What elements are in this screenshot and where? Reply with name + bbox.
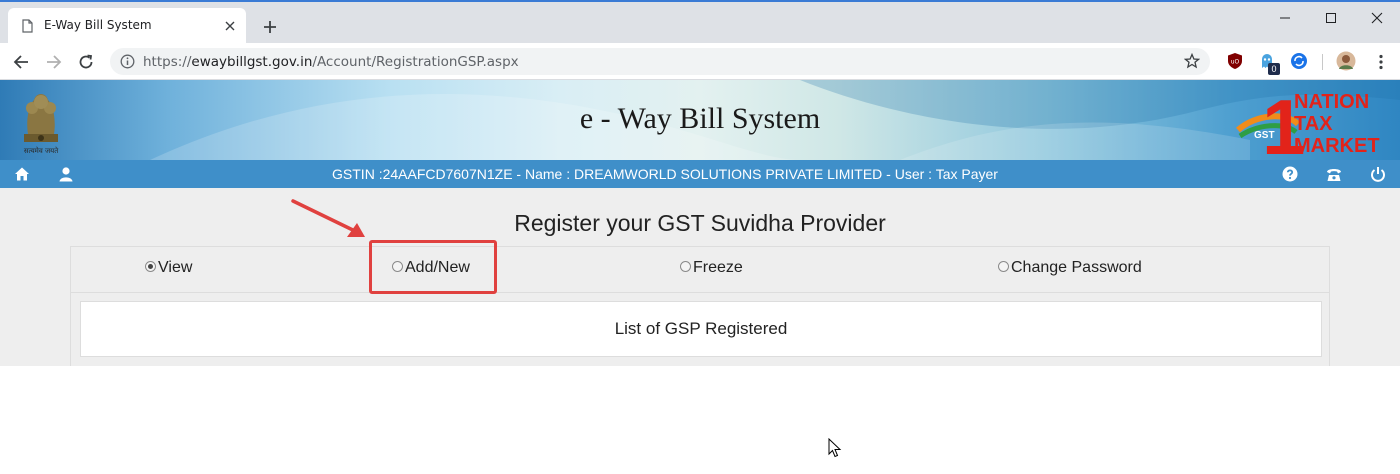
power-logout-icon[interactable] [1370, 166, 1386, 182]
page-heading: Register your GST Suvidha Provider [514, 210, 886, 236]
radio-button[interactable] [145, 260, 156, 272]
close-tab-icon[interactable] [222, 18, 238, 34]
forward-icon[interactable] [43, 51, 65, 73]
gsp-panel: View Add/New Freeze Change Password List… [70, 246, 1330, 366]
site-navbar: GSTIN :24AAFCD7607N1ZE - Name : DREAMWOR… [0, 160, 1400, 188]
profile-avatar[interactable] [1336, 51, 1356, 71]
radio-view[interactable]: View [145, 259, 192, 277]
radio-button[interactable] [680, 260, 691, 272]
bookmark-star-icon[interactable] [1184, 53, 1200, 69]
new-tab-icon[interactable] [260, 17, 280, 37]
browser-toolbar: https://ewaybillgst.gov.in/Account/Regis… [0, 43, 1400, 80]
address-bar[interactable]: https://ewaybillgst.gov.in/Account/Regis… [110, 48, 1210, 75]
ublock-shield-icon[interactable]: uO [1226, 52, 1244, 70]
extension-badge: 0 [1268, 63, 1280, 75]
svg-text:MARKET: MARKET [1294, 135, 1380, 157]
url-text: https://ewaybillgst.gov.in/Account/Regis… [143, 54, 519, 70]
radio-button[interactable] [998, 260, 1009, 272]
annotation-arrow-icon [291, 199, 365, 237]
help-icon[interactable] [1282, 166, 1298, 182]
svg-text:NATION: NATION [1294, 91, 1369, 113]
tab-title: E-Way Bill System [44, 18, 152, 32]
reload-icon[interactable] [75, 51, 97, 73]
info-icon[interactable] [120, 54, 135, 69]
close-window-icon[interactable] [1354, 6, 1400, 30]
site-title: e - Way Bill System [579, 102, 821, 135]
toolbar-separator [1322, 54, 1323, 70]
site-header: सत्यमेव जयते e - Way Bill System GST 1 N… [0, 80, 1400, 160]
radio-label: Change Password [1011, 259, 1142, 276]
sync-extension-icon[interactable] [1290, 52, 1308, 70]
back-icon[interactable] [10, 51, 32, 73]
one-nation-one-tax-logo: GST 1 NATION TAX MARKET [1236, 84, 1380, 158]
radio-label: Freeze [693, 259, 743, 276]
svg-text:सत्यमेव जयते: सत्यमेव जयते [24, 146, 59, 155]
highlight-box [369, 240, 497, 294]
minimize-icon[interactable] [1262, 6, 1308, 30]
radio-label: View [158, 259, 193, 276]
mouse-cursor-icon [828, 438, 842, 458]
document-icon [22, 19, 33, 33]
svg-text:uO: uO [1231, 59, 1240, 66]
radio-change-password[interactable]: Change Password [998, 259, 1142, 277]
maximize-icon[interactable] [1308, 6, 1354, 30]
browser-tab-bar: E-Way Bill System [0, 0, 1400, 45]
options-radio-group: View Add/New Freeze Change Password [71, 247, 1329, 293]
radio-freeze[interactable]: Freeze [680, 259, 743, 277]
gsp-list-box: List of GSP Registered [80, 301, 1322, 357]
user-info-text: GSTIN :24AAFCD7607N1ZE - Name : DREAMWOR… [332, 166, 998, 182]
browser-tab[interactable]: E-Way Bill System [8, 8, 246, 45]
list-title: List of GSP Registered [614, 319, 788, 338]
phone-contact-icon[interactable] [1326, 166, 1342, 182]
svg-text:TAX: TAX [1294, 113, 1333, 135]
browser-menu-icon[interactable] [1370, 51, 1392, 73]
